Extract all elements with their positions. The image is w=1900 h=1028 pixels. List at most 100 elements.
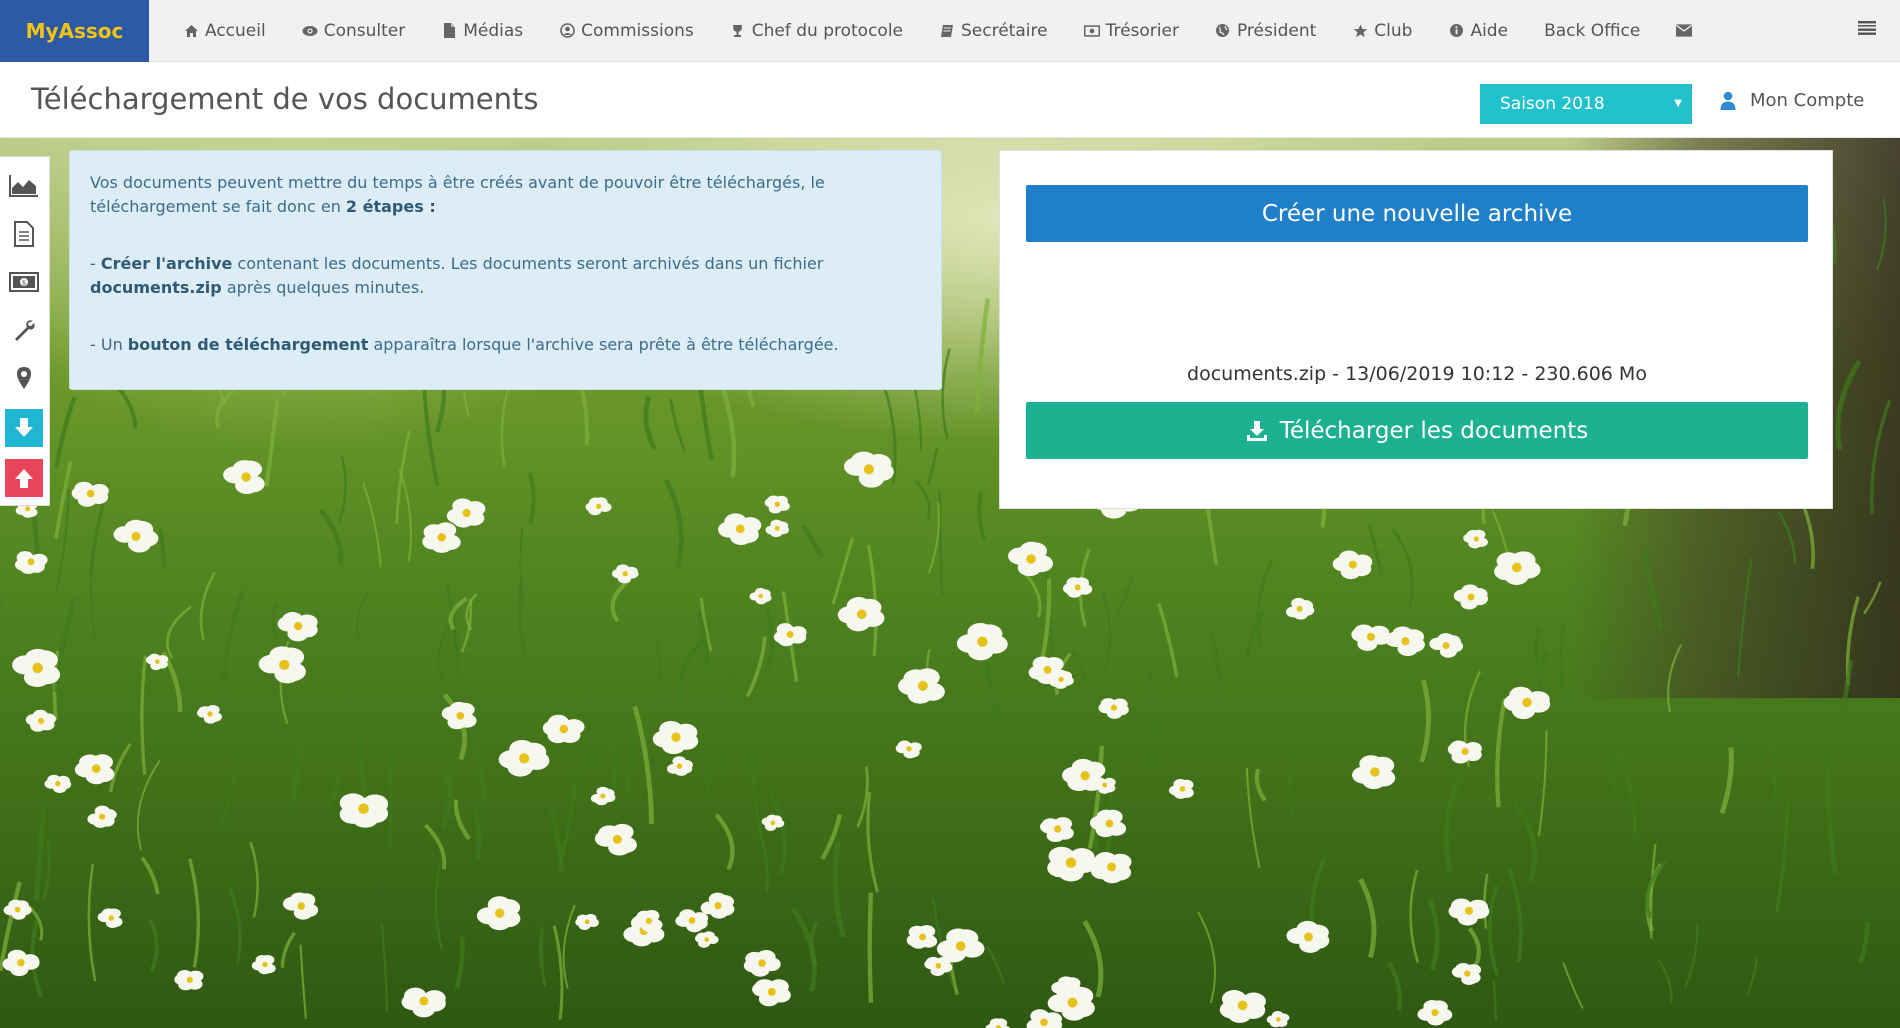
flower xyxy=(1351,624,1391,651)
grass-blade xyxy=(109,742,132,792)
flower xyxy=(773,623,807,647)
map-marker-icon[interactable] xyxy=(5,359,43,397)
money-icon xyxy=(1083,23,1100,39)
nav-item-messages[interactable] xyxy=(1658,0,1716,62)
flower xyxy=(652,720,699,755)
season-selected-value: Saison 2018 xyxy=(1500,94,1605,114)
flower xyxy=(666,756,693,776)
grass-blade xyxy=(769,793,787,875)
grass-blade xyxy=(1256,559,1274,646)
money-icon[interactable]: $ xyxy=(5,263,43,301)
grass-blade xyxy=(1367,524,1384,576)
grass-blade xyxy=(264,398,280,487)
nav-item-secretaire[interactable]: Secrétaire xyxy=(921,0,1066,62)
document-icon[interactable] xyxy=(5,215,43,253)
flower xyxy=(1448,898,1490,926)
nav-item-club[interactable]: Club xyxy=(1334,0,1430,62)
grass-blade xyxy=(42,840,51,899)
download-documents-button[interactable]: Télécharger les documents xyxy=(1026,402,1808,459)
chart-area-icon[interactable] xyxy=(5,167,43,205)
page-title: Téléchargement de vos documents xyxy=(31,82,539,116)
user-icon xyxy=(1720,91,1738,111)
grass-blade xyxy=(1562,962,1584,1009)
grass-blade xyxy=(1487,885,1500,977)
download-arrow-icon[interactable] xyxy=(5,409,43,447)
create-archive-button[interactable]: Créer une nouvelle archive xyxy=(1026,185,1808,242)
flower xyxy=(765,519,790,538)
nav-item-medias[interactable]: Médias xyxy=(423,0,541,62)
grass-blade xyxy=(832,842,846,939)
flower xyxy=(251,954,276,975)
grass-blade xyxy=(158,528,167,569)
nav-label: Accueil xyxy=(205,20,266,41)
account-label: Mon Compte xyxy=(1750,90,1865,111)
flower xyxy=(898,668,945,704)
grass-blade xyxy=(1736,558,1753,678)
nav-item-aide[interactable]: Aide xyxy=(1430,0,1526,62)
grass-blade xyxy=(1443,777,1462,872)
nav-item-accueil[interactable]: Accueil xyxy=(165,0,284,62)
flower xyxy=(145,653,169,671)
flower xyxy=(258,646,306,684)
upload-arrow-icon[interactable] xyxy=(5,459,43,497)
flower xyxy=(764,495,790,514)
grass-blade xyxy=(271,603,279,639)
nav-item-consulter[interactable]: Consulter xyxy=(284,0,424,62)
flower xyxy=(611,564,639,584)
wrench-icon[interactable] xyxy=(5,311,43,349)
nav-item-commissions[interactable]: Commissions xyxy=(541,0,712,62)
flower xyxy=(843,451,894,488)
grass-blade xyxy=(696,610,710,666)
brand-logo[interactable]: MyAssoc xyxy=(0,0,149,62)
account-menu[interactable]: Mon Compte xyxy=(1720,90,1864,111)
flower xyxy=(1384,626,1425,657)
grass-blade xyxy=(473,691,490,737)
trophy-icon xyxy=(730,23,746,39)
nav-label: Médias xyxy=(463,20,524,41)
grass-blade xyxy=(801,524,824,559)
grass-blade xyxy=(663,478,684,570)
nav-item-president[interactable]: Président xyxy=(1197,0,1334,62)
flower xyxy=(594,823,637,856)
grass-blade xyxy=(1667,644,1683,713)
book-icon xyxy=(939,23,955,39)
grass-blade xyxy=(1197,911,1217,1004)
grass-blade xyxy=(362,482,382,568)
flower xyxy=(498,739,550,777)
nav-item-back-office[interactable]: Back Office xyxy=(1526,0,1658,62)
grass-blade xyxy=(539,927,547,987)
flower xyxy=(906,925,938,949)
file-icon xyxy=(441,23,457,39)
flower xyxy=(1453,584,1489,610)
grass-blade xyxy=(610,578,632,623)
grass-blade xyxy=(318,508,344,565)
nav-label: Président xyxy=(1236,20,1317,41)
flower xyxy=(174,969,204,991)
grass-blade xyxy=(677,637,705,710)
grass-blade xyxy=(454,936,465,990)
grass-blade xyxy=(1492,980,1498,1022)
menu-toggle-icon[interactable] xyxy=(1858,20,1878,40)
grass-blade xyxy=(148,918,159,972)
grass-blade xyxy=(472,806,482,860)
flower xyxy=(1285,597,1315,620)
archive-panel: Créer une nouvelle archive documents.zip… xyxy=(999,150,1833,509)
grass-blade xyxy=(188,858,200,968)
season-select[interactable]: Saison 2018 ▼ xyxy=(1480,84,1692,124)
grass-blade xyxy=(1147,669,1160,736)
grass-blade xyxy=(460,598,473,653)
flower xyxy=(223,460,265,495)
flower xyxy=(1266,1010,1290,1028)
nav-item-tresorier[interactable]: Trésorier xyxy=(1066,0,1197,62)
grass-blade xyxy=(1825,759,1838,874)
grass-blade xyxy=(927,448,939,485)
grass-blade xyxy=(1611,753,1621,799)
flower xyxy=(25,709,56,732)
flower xyxy=(1040,817,1074,843)
nav-item-chef-du-protocole[interactable]: Chef du protocole xyxy=(712,0,921,62)
archive-file-info: documents.zip - 13/06/2019 10:12 - 230.6… xyxy=(1187,363,1647,385)
top-navbar: MyAssoc Accueil Consulter Médias Commiss… xyxy=(0,0,1900,62)
flower xyxy=(97,908,123,928)
grass-blade xyxy=(692,725,711,795)
grass-blade xyxy=(1070,650,1091,713)
